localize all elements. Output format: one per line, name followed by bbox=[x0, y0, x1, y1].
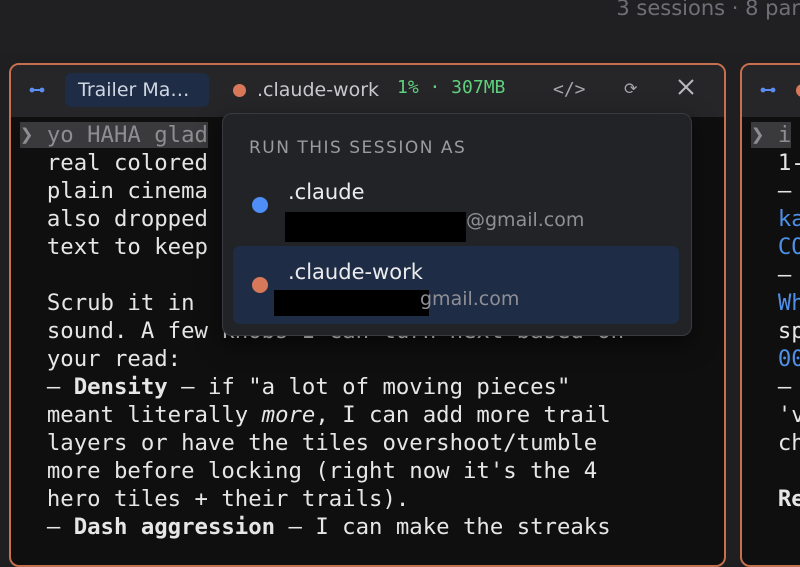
prompt-line: ❯ i bbox=[751, 122, 792, 148]
terminal-line: Wh bbox=[751, 290, 800, 316]
terminal-line: Scrub it in bbox=[20, 290, 195, 316]
profile-dot-icon bbox=[252, 277, 268, 293]
profile-dot-icon bbox=[252, 197, 268, 213]
prompt-line: ❯ yo HAHA glad bbox=[20, 122, 208, 148]
run-session-as-menu: RUN THIS SESSION AS .claude @gmail.com .… bbox=[222, 113, 692, 336]
code-icon[interactable]: </> bbox=[553, 79, 586, 100]
terminal-line: – bbox=[751, 262, 792, 288]
terminal-line: 00 bbox=[751, 346, 800, 372]
link-icon[interactable] bbox=[759, 81, 777, 99]
terminal-line: 'v bbox=[751, 402, 800, 428]
profile-dot-icon bbox=[233, 84, 246, 97]
pane-header: Trailer Ma… .claude-work 1% · 307MB </> … bbox=[11, 65, 724, 117]
terminal-line: more before locking (right now it's the … bbox=[20, 458, 598, 484]
line-rest: , I can add more trail bbox=[315, 402, 611, 428]
resource-stats: 1% · 307MB bbox=[397, 77, 506, 98]
redacted-block bbox=[274, 290, 420, 316]
option-name: .claude bbox=[288, 180, 365, 204]
terminal-line: ka bbox=[751, 206, 800, 232]
terminal-line: your read: bbox=[20, 346, 182, 372]
dash: – bbox=[20, 514, 74, 540]
sessions-count: 3 sessions · 8 par bbox=[616, 0, 800, 20]
bold-term: Density bbox=[73, 374, 168, 400]
tab-session-title[interactable]: Trailer Ma… bbox=[65, 73, 209, 107]
bold-term: Dash aggression bbox=[73, 514, 276, 540]
top-bar: 3 sessions · 8 par bbox=[0, 0, 800, 52]
option-name: .claude-work bbox=[288, 260, 423, 284]
refresh-icon[interactable]: ⟳ bbox=[624, 79, 637, 98]
terminal-line: – bbox=[751, 178, 792, 204]
link-icon[interactable] bbox=[28, 81, 46, 99]
menu-option-claude[interactable]: .claude @gmail.com bbox=[233, 166, 679, 244]
terminal-line: 1- bbox=[751, 150, 800, 176]
profile-dot-icon bbox=[796, 84, 800, 97]
terminal-line: hero tiles + their trails). bbox=[20, 486, 410, 512]
line-rest: – I can make the streaks bbox=[275, 514, 611, 540]
option-email: @gmail.com bbox=[466, 209, 585, 231]
close-icon[interactable] bbox=[676, 77, 696, 97]
terminal-line: – bbox=[751, 374, 792, 400]
emphasis-term: more bbox=[261, 402, 316, 428]
terminal-line: text to keep bbox=[20, 234, 208, 260]
line-start: meant literally bbox=[20, 402, 262, 428]
terminal-line: ch bbox=[751, 430, 800, 456]
terminal-line: also dropped bbox=[20, 206, 208, 232]
terminal-line: – Dash aggression – I can make the strea… bbox=[20, 514, 611, 540]
profile-selector[interactable]: .claude-work bbox=[257, 79, 379, 101]
session-pane-right[interactable]: ❯ i 1- – ka CO – Wh sp 00 – 'v ch Re bbox=[740, 63, 800, 567]
menu-option-claude-work[interactable]: .claude-work @gmail.com bbox=[233, 246, 679, 324]
terminal-line: real colored bbox=[20, 150, 208, 176]
tab-title-label: Trailer Ma… bbox=[78, 79, 190, 101]
terminal-line: layers or have the tiles overshoot/tumbl… bbox=[20, 430, 598, 456]
dash: – bbox=[20, 374, 74, 400]
line-rest: – if "a lot of moving pieces" bbox=[167, 374, 571, 400]
terminal-output[interactable]: ❯ i 1- – ka CO – Wh sp 00 – 'v ch Re bbox=[751, 121, 800, 513]
pane-header bbox=[742, 65, 800, 117]
terminal-line: CO bbox=[751, 234, 800, 260]
terminal-line: Re bbox=[751, 486, 800, 512]
menu-heading: RUN THIS SESSION AS bbox=[249, 138, 467, 158]
redacted-block bbox=[285, 212, 466, 242]
terminal-line: sp bbox=[751, 318, 800, 344]
terminal-line: plain cinema bbox=[20, 178, 208, 204]
terminal-line: – Density – if "a lot of moving pieces" bbox=[20, 374, 571, 400]
terminal-line: meant literally more, I can add more tra… bbox=[20, 402, 611, 428]
